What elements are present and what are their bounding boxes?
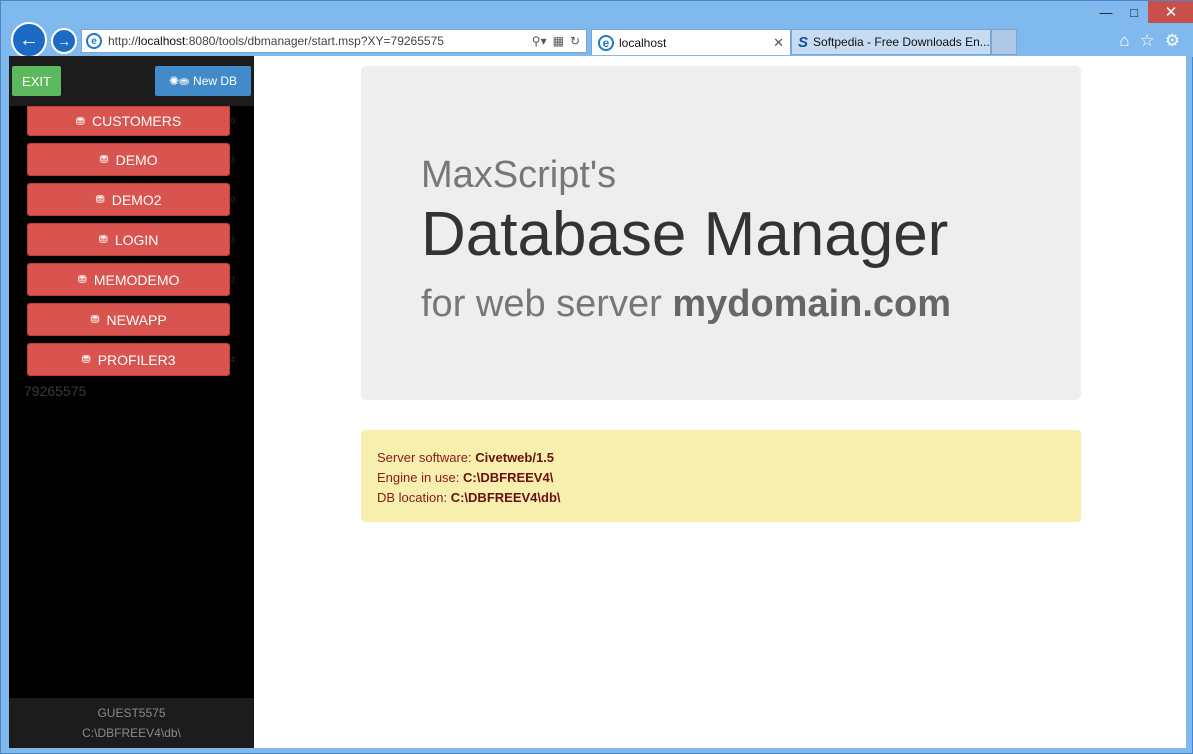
new-db-label: New DB [193, 74, 238, 88]
server-domain: mydomain.com [672, 283, 952, 326]
hero-subtitle: for web server mydomain.com [421, 283, 952, 326]
database-icon: ⛃ [98, 234, 108, 246]
db-item-newapp[interactable]: ⛃ NEWAPP [27, 303, 230, 336]
page-viewport: EXIT ✺⛂ New DB ⛃ CUSTOMERS 0 ⛃ DEMO 3 ⛃ … [9, 56, 1186, 748]
db-count: 3 [230, 235, 235, 244]
database-icon: ⛃ [75, 115, 85, 128]
new-tab-button[interactable] [991, 29, 1017, 55]
sidebar: EXIT ✺⛂ New DB ⛃ CUSTOMERS 0 ⛃ DEMO 3 ⛃ … [9, 56, 254, 748]
db-item-memodemo[interactable]: ⛃ MEMODEMO 2 [27, 263, 235, 296]
db-item-customers[interactable]: ⛃ CUSTOMERS 0 [27, 106, 235, 136]
tab-localhost[interactable]: e localhost ✕ [591, 29, 791, 55]
tab-softpedia[interactable]: S Softpedia - Free Downloads En... [791, 29, 991, 55]
back-arrow-icon[interactable]: ← [11, 22, 47, 58]
address-url[interactable]: http://localhost:8080/tools/dbmanager/st… [108, 34, 532, 48]
database-icon: ⛃ [81, 354, 90, 366]
db-item-demo[interactable]: ⛃ DEMO 3 [27, 143, 235, 176]
main-content: MaxScript's Database Manager for web ser… [254, 56, 1186, 748]
footer-user: GUEST5575 [97, 706, 166, 720]
database-icon: ⛃ [77, 274, 87, 286]
forward-arrow-icon[interactable]: → [51, 28, 77, 54]
home-icon[interactable]: ⌂ [1119, 31, 1129, 51]
database-icon: ⛃ [90, 314, 99, 326]
address-tools: ⚲▾ ▦ ↻ [532, 34, 586, 48]
search-icon[interactable]: ⚲▾ [532, 34, 547, 48]
db-item-profiler3[interactable]: ⛃ PROFILER3 4 [27, 343, 235, 376]
hero-panel: MaxScript's Database Manager for web ser… [361, 66, 1081, 400]
close-icon[interactable]: ✕ [1148, 1, 1193, 23]
db-item-demo2[interactable]: ⛃ DEMO2 0 [27, 183, 235, 216]
server-software-line: Server software: Civetweb/1.5 [377, 450, 555, 465]
favorites-star-icon[interactable]: ☆ [1140, 31, 1155, 51]
footer-path: C:\DBFREEV4\db\ [82, 726, 181, 740]
minimize-icon[interactable]: — [1092, 1, 1120, 23]
db-name: LOGIN [114, 231, 159, 248]
ie-icon: e [86, 33, 102, 49]
db-name: DEMO [115, 151, 158, 168]
db-name: CUSTOMERS [92, 113, 182, 129]
browser-window: — □ ✕ ← → e http://localhost:8080/tools/… [0, 0, 1193, 754]
sidebar-toolbar: EXIT ✺⛂ New DB [9, 56, 254, 106]
tab-title: Softpedia - Free Downloads En... [813, 35, 990, 49]
hero-pre-title: MaxScript's [421, 154, 617, 196]
compatibility-icon[interactable]: ▦ [553, 34, 564, 48]
sidebar-footer: GUEST5575 C:\DBFREEV4\db\ [9, 698, 254, 748]
gear-icon[interactable]: ⚙ [1165, 31, 1180, 51]
db-name: NEWAPP [106, 311, 167, 328]
db-count: 2 [230, 275, 235, 284]
db-count: 3 [230, 155, 235, 164]
engine-line: Engine in use: C:\DBFREEV4\ [377, 470, 554, 485]
database-icon: ⛃ [99, 154, 108, 166]
refresh-icon[interactable]: ↻ [570, 34, 580, 48]
db-location-line: DB location: C:\DBFREEV4\db\ [377, 490, 561, 505]
page-title: Database Manager [421, 200, 949, 269]
db-count: 0 [230, 116, 235, 126]
database-list: ⛃ CUSTOMERS 0 ⛃ DEMO 3 ⛃ DEMO2 0 ⛃ LOGIN [27, 106, 237, 383]
browser-tools: ⌂ ☆ ⚙ [1119, 31, 1180, 51]
window-controls: — □ ✕ [1092, 1, 1193, 23]
ie-icon: e [598, 34, 614, 51]
server-info-box: Server software: Civetweb/1.5 Engine in … [361, 430, 1081, 522]
db-item-login[interactable]: ⛃ LOGIN 3 [27, 223, 235, 256]
tab-title: localhost [619, 35, 667, 50]
exit-button[interactable]: EXIT [12, 66, 61, 96]
address-bar[interactable]: e http://localhost:8080/tools/dbmanager/… [81, 29, 587, 53]
db-count: 4 [230, 355, 235, 364]
softpedia-icon: S [798, 33, 809, 51]
db-count: 0 [230, 195, 235, 204]
database-icon: ⛃ [95, 194, 104, 206]
tab-close-icon[interactable]: ✕ [773, 35, 784, 51]
new-db-button[interactable]: ✺⛂ New DB [155, 66, 251, 96]
db-name: DEMO2 [111, 191, 162, 208]
db-name: PROFILER3 [97, 351, 176, 368]
session-id: 79265575 [24, 383, 87, 399]
db-name: MEMODEMO [93, 271, 180, 288]
browser-chrome: — □ ✕ ← → e http://localhost:8080/tools/… [1, 1, 1193, 58]
maximize-icon[interactable]: □ [1120, 1, 1148, 23]
new-db-icon: ✺⛂ [168, 74, 190, 88]
